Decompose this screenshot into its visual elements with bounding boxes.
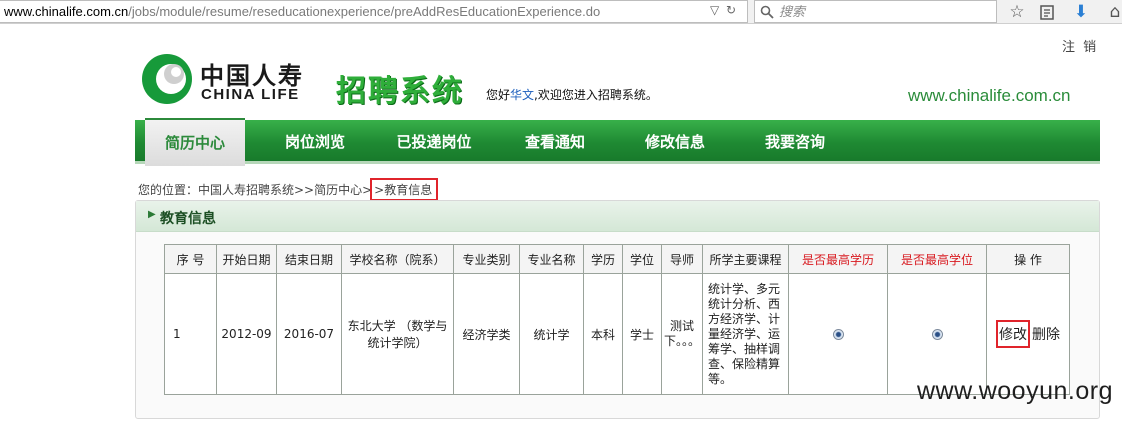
download-icon[interactable]: ⬇ — [1070, 1, 1092, 23]
col-header-school: 学校名称（院系） — [341, 244, 454, 274]
search-icon — [760, 5, 774, 19]
col-header-highest-degree: 是否最高学位 — [887, 244, 987, 274]
nav-item-notifications[interactable]: 查看通知 — [503, 120, 607, 164]
nav-item-job-browse[interactable]: 岗位浏览 — [263, 120, 367, 164]
logo-english-name: CHINA LIFE — [201, 86, 300, 103]
cell-school: 东北大学 （数学与统计学院） — [341, 273, 454, 395]
col-header-category: 专业类别 — [453, 244, 520, 274]
col-header-highest-education: 是否最高学历 — [788, 244, 888, 274]
cell-category: 经济学类 — [453, 273, 520, 395]
main-nav: 简历中心 岗位浏览 已投递岗位 查看通知 修改信息 我要咨询 — [135, 118, 1100, 166]
breadcrumb-path: 您的位置：中国人寿招聘系统>>简历中心> — [138, 183, 373, 197]
search-placeholder: 搜索 — [779, 4, 806, 19]
panel-header: ▶ 教育信息 — [136, 201, 1099, 232]
breadcrumb-current: >教育信息 — [370, 178, 439, 201]
cell-courses: 统计学、多元统计分析、西方经济学、计量经济学、运筹学、抽样调查、保险精算等。 — [702, 273, 789, 395]
welcome-suffix: ,欢迎您进入招聘系统。 — [534, 88, 658, 102]
col-header-actions: 操 作 — [986, 244, 1070, 274]
delete-link[interactable]: 删除 — [1032, 327, 1060, 343]
cell-highest-education — [788, 273, 888, 395]
cell-degree: 学士 — [622, 273, 662, 395]
table-header-row: 序 号 开始日期 结束日期 学校名称（院系） 专业类别 专业名称 学历 学位 导… — [164, 244, 1070, 274]
cell-end-date: 2016-07 — [276, 273, 342, 395]
nav-item-edit-info[interactable]: 修改信息 — [623, 120, 727, 164]
col-header-end: 结束日期 — [276, 244, 342, 274]
site-url: www.chinalife.com.cn — [908, 86, 1071, 105]
nav-item-resume-center[interactable]: 简历中心 — [145, 118, 245, 166]
url-path: /jobs/module/resume/reseducationexperien… — [128, 4, 601, 19]
welcome-message: 您好华文,欢迎您进入招聘系统。 — [486, 86, 658, 103]
breadcrumb: 您的位置：中国人寿招聘系统>>简历中心> >教育信息 — [138, 178, 439, 201]
cell-major: 统计学 — [519, 273, 584, 395]
address-bar-tools: ▽ ↻ — [706, 2, 746, 22]
col-header-education: 学历 — [583, 244, 623, 274]
reload-icon[interactable]: ↻ — [726, 3, 736, 17]
arrow-right-icon: ▶ — [148, 209, 156, 220]
cell-education: 本科 — [583, 273, 623, 395]
url-host: www.chinalife.com.cn — [4, 4, 129, 19]
highest-education-radio[interactable] — [832, 329, 844, 340]
nav-item-consult[interactable]: 我要咨询 — [743, 120, 847, 164]
recruitment-system-title: 招聘系统 — [336, 74, 464, 109]
cell-index: 1 — [164, 273, 217, 395]
highest-degree-radio[interactable] — [931, 329, 943, 340]
cell-tutor: 测试下。。。 — [661, 273, 703, 395]
col-header-degree: 学位 — [622, 244, 662, 274]
welcome-prefix: 您好 — [486, 88, 511, 102]
edit-link[interactable]: 修改 — [996, 320, 1030, 348]
watermark: www.wooyun.org — [917, 377, 1113, 405]
browser-toolbar: www.chinalife.com.cn/jobs/module/resume/… — [0, 0, 1122, 24]
china-life-logo-icon — [142, 54, 192, 104]
col-header-tutor: 导师 — [661, 244, 703, 274]
education-table: 序 号 开始日期 结束日期 学校名称（院系） 专业类别 专业名称 学历 学位 导… — [164, 244, 1070, 395]
username-link[interactable]: 华文 — [510, 88, 534, 102]
address-bar[interactable]: www.chinalife.com.cn/jobs/module/resume/… — [0, 0, 748, 23]
dropdown-arrow-icon[interactable]: ▽ — [710, 3, 719, 17]
bookmark-star-icon[interactable]: ☆ — [1006, 1, 1028, 23]
col-header-major: 专业名称 — [519, 244, 584, 274]
cell-start-date: 2012-09 — [216, 273, 277, 395]
browser-search-input[interactable]: 搜索 — [754, 0, 997, 23]
col-header-start: 开始日期 — [216, 244, 277, 274]
clipboard-icon — [1040, 5, 1054, 20]
panel-title: 教育信息 — [160, 211, 216, 227]
col-header-courses: 所学主要课程 — [702, 244, 789, 274]
col-header-index: 序 号 — [164, 244, 217, 274]
nav-item-applied-jobs[interactable]: 已投递岗位 — [375, 120, 493, 164]
logout-link[interactable]: 注 销 — [1062, 36, 1098, 55]
reading-list-icon[interactable] — [1036, 1, 1058, 23]
home-icon[interactable]: ⌂ — [1104, 1, 1122, 23]
